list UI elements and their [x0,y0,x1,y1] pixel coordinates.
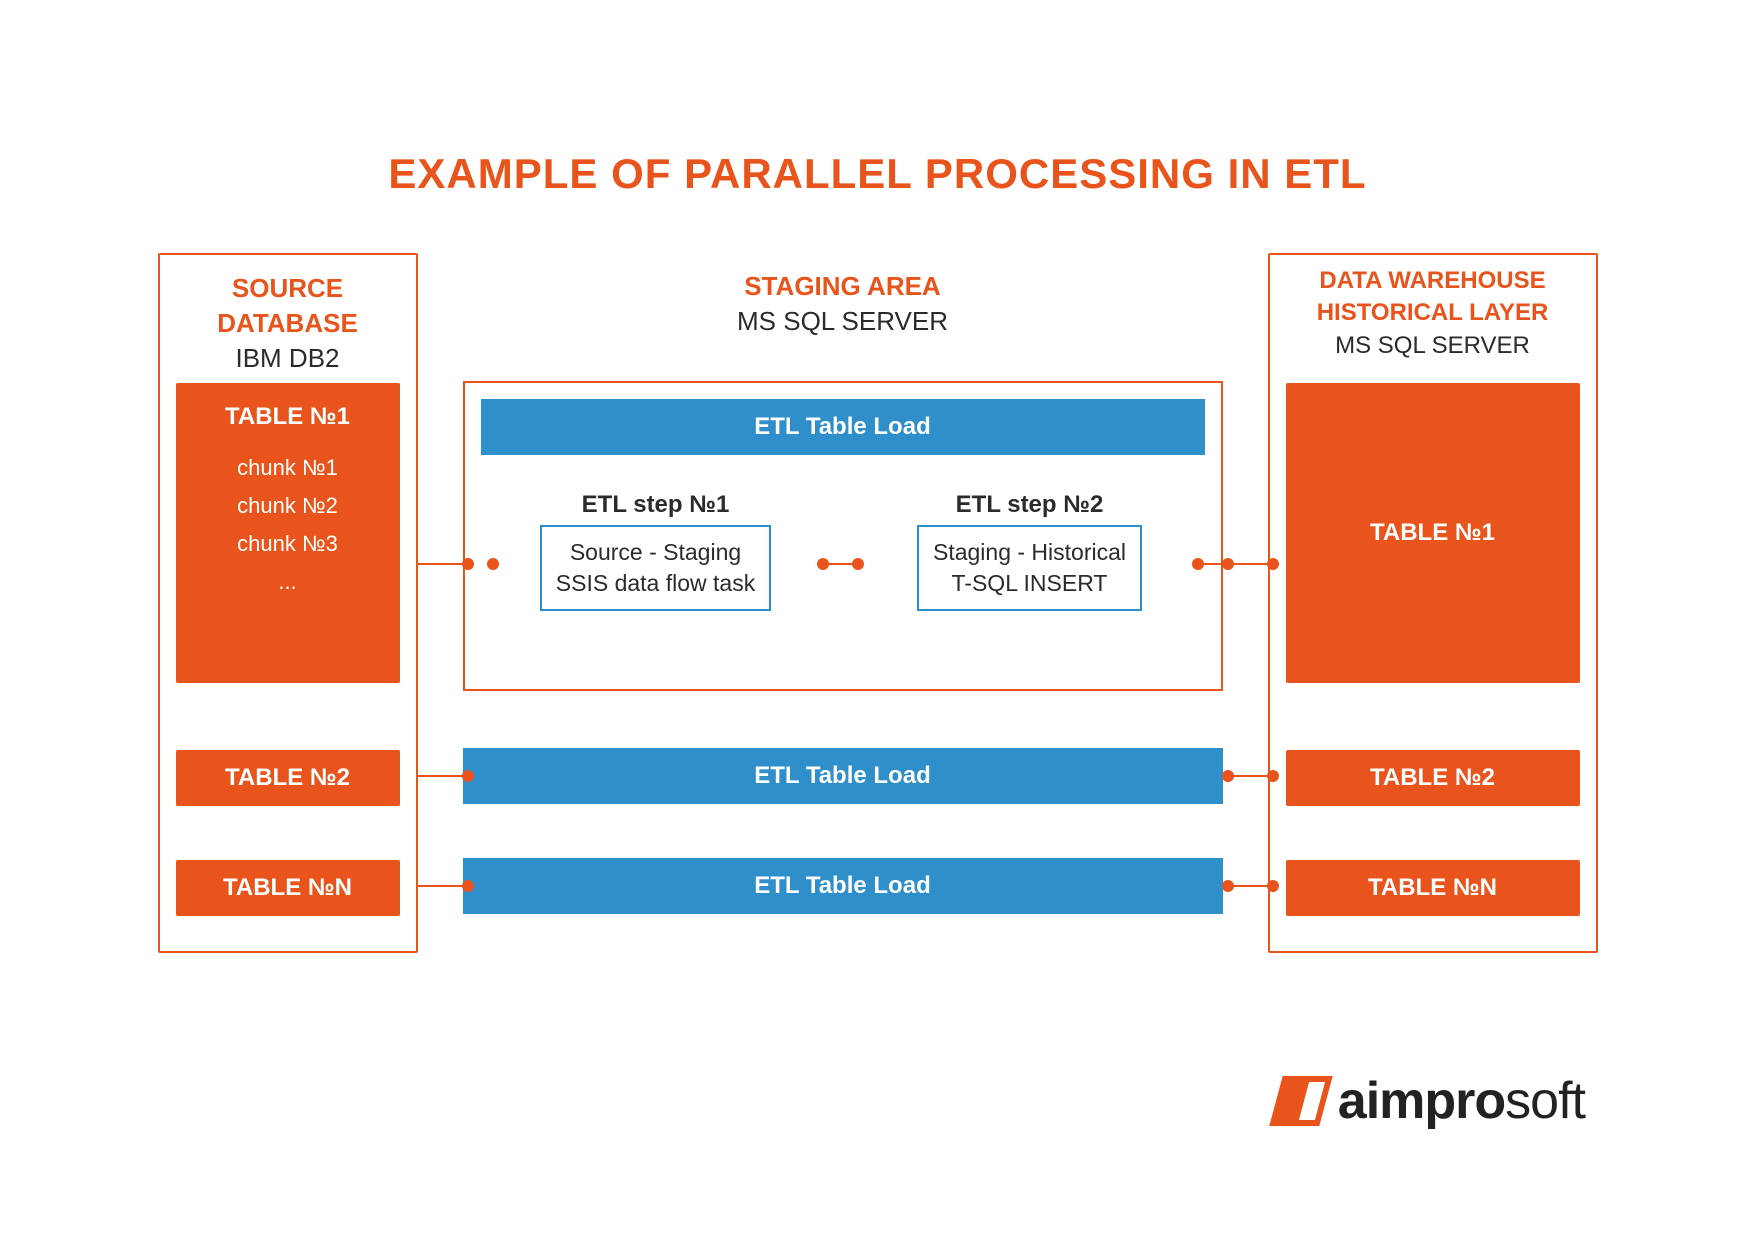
etl-step-1-line2: SSIS data flow task [556,568,755,599]
logo-text-rest: soft [1505,1072,1585,1130]
etl-step-2-line2: T-SQL INSERT [933,568,1126,599]
connector-dot [1192,558,1204,570]
diagram-canvas: SOURCE DATABASE IBM DB2 TABLE №1 chunk №… [158,253,1598,973]
chunk-3: chunk №3 [237,525,338,563]
chunk-ellipsis: ... [278,563,296,601]
etl-step-2-line1: Staging - Historical [933,537,1126,568]
connector-dot [1222,880,1234,892]
chunk-2: chunk №2 [237,487,338,525]
warehouse-table-n: TABLE №N [1286,860,1580,916]
warehouse-heading: DATA WAREHOUSE HISTORICAL LAYER [1270,265,1596,330]
staging-process-box: ETL Table Load ETL step №1 Source - Stag… [463,381,1223,691]
connector-dot [1267,558,1279,570]
connector-dot [1267,770,1279,782]
warehouse-table-1: TABLE №1 [1286,383,1580,683]
warehouse-table-2: TABLE №2 [1286,750,1580,806]
data-warehouse-column: DATA WAREHOUSE HISTORICAL LAYER MS SQL S… [1268,253,1598,953]
etl-step-2-box: Staging - Historical T-SQL INSERT [917,525,1142,611]
etl-table-load-n: ETL Table Load [463,858,1223,914]
source-table-1-label: TABLE №1 [225,397,350,449]
logo-mark-icon [1269,1076,1332,1126]
source-header: SOURCE DATABASE IBM DB2 [160,255,416,376]
etl-step-1-line1: Source - Staging [556,537,755,568]
source-table-1: TABLE №1 chunk №1 chunk №2 chunk №3 ... [176,383,400,683]
etl-step-2-title: ETL step №2 [956,491,1104,519]
connector-dot [1267,880,1279,892]
warehouse-table-1-label: TABLE №1 [1370,519,1495,547]
source-heading: SOURCE DATABASE [160,271,416,341]
source-subheading: IBM DB2 [160,341,416,376]
warehouse-header: DATA WAREHOUSE HISTORICAL LAYER MS SQL S… [1270,255,1596,362]
staging-subheading: MS SQL SERVER [463,304,1223,339]
connector-dot [487,558,499,570]
connector-dot [1222,770,1234,782]
etl-table-load-1: ETL Table Load [481,399,1205,455]
source-database-column: SOURCE DATABASE IBM DB2 TABLE №1 chunk №… [158,253,418,953]
etl-step-1-box: Source - Staging SSIS data flow task [540,525,771,611]
connector-dot [462,558,474,570]
logo-text-bold: aimpro [1338,1072,1505,1130]
staging-header: STAGING AREA MS SQL SERVER [463,253,1223,339]
staging-heading: STAGING AREA [463,269,1223,304]
logo-text: aimprosoft [1338,1071,1585,1131]
staging-area-column: STAGING AREA MS SQL SERVER ETL Table Loa… [463,253,1223,953]
connector [418,775,463,777]
connector-dot [817,558,829,570]
connector-dot [1222,558,1234,570]
connector-dot [462,880,474,892]
warehouse-subheading: MS SQL SERVER [1270,330,1596,362]
source-table-2: TABLE №2 [176,750,400,806]
connector-dot [462,770,474,782]
etl-step-1-title: ETL step №1 [582,491,730,519]
etl-step-2: ETL step №2 Staging - Historical T-SQL I… [865,491,1195,611]
etl-table-load-2: ETL Table Load [463,748,1223,804]
aimprosoft-logo: aimprosoft [1276,1071,1585,1131]
connector-dot [852,558,864,570]
connector [418,563,463,565]
source-table-n: TABLE №N [176,860,400,916]
chunk-1: chunk №1 [237,449,338,487]
etl-step-1: ETL step №1 Source - Staging SSIS data f… [491,491,821,611]
connector [418,885,463,887]
diagram-title: EXAMPLE OF PARALLEL PROCESSING IN ETL [0,0,1755,198]
